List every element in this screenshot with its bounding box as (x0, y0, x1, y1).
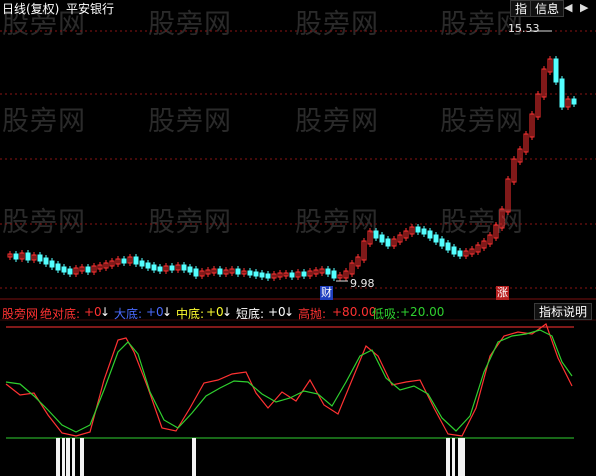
candle-body (331, 270, 337, 279)
candle-body (301, 271, 307, 277)
candle-body (49, 260, 55, 268)
candle-body (427, 230, 433, 239)
candle-body (133, 256, 139, 265)
candle-body (415, 226, 421, 233)
low-buy-label: 低吸: (372, 307, 401, 321)
candle-body (325, 268, 331, 275)
high-throw-label: 高抛: (298, 307, 327, 321)
info-button[interactable]: 信息 (530, 0, 565, 17)
low-buy-value: +20.00 (400, 305, 445, 319)
candle-body (13, 253, 19, 260)
candle-body (151, 264, 157, 271)
candle-body (61, 266, 67, 273)
high-throw-value: +80.00 (332, 305, 377, 319)
signal-bar (66, 438, 70, 476)
candle-body (439, 238, 445, 247)
candle-body (433, 234, 439, 243)
stock-chart-window: 股旁网 股旁网 股旁网 股旁网 股旁网 股旁网 股旁网 股旁网 股旁网 股旁网 … (0, 0, 596, 476)
candle-body (139, 260, 145, 267)
signal-bar (56, 438, 60, 476)
low-price-label: 9.98 (350, 277, 375, 290)
candle-body (43, 257, 49, 265)
arrow-down-icon: ↓ (222, 305, 233, 319)
candle-body (385, 238, 391, 247)
candle-body (259, 272, 265, 278)
candle-body (193, 268, 199, 277)
candle-body (85, 266, 91, 273)
nav-right-icon[interactable]: ▶ (580, 1, 588, 14)
price-chart[interactable] (0, 0, 596, 476)
candle-body (145, 262, 151, 269)
candle-body (379, 234, 385, 243)
big-bottom-label: 大底: (114, 307, 143, 321)
mid-bottom-label: 中底: (176, 307, 205, 321)
candle-body (373, 230, 379, 239)
nav-left-icon[interactable]: ◀ (564, 1, 572, 14)
candle-body (265, 273, 271, 279)
period-label[interactable]: 日线(复权) (2, 0, 59, 17)
short-bottom-label: 短底: (236, 307, 265, 321)
signal-bar (452, 438, 455, 476)
candle-body (187, 266, 193, 273)
candle-body (157, 266, 163, 272)
absolute-bottom-label: 绝对底: (40, 307, 81, 321)
candle-body (457, 250, 463, 257)
candle-body (571, 98, 577, 105)
arrow-down-icon: ↓ (100, 305, 111, 319)
signal-bar (192, 438, 196, 476)
indicator-name[interactable]: 股旁网 (2, 305, 38, 322)
candle-body (121, 258, 127, 264)
candle-body (181, 264, 187, 271)
candle-body (253, 271, 259, 277)
candle-body (37, 254, 43, 262)
candle-body (445, 242, 451, 251)
candle-body (217, 268, 223, 275)
candle-body (235, 268, 241, 275)
oscillator-red-line (5, 323, 573, 437)
candle-body (55, 263, 61, 271)
arrow-down-icon: ↓ (162, 305, 173, 319)
signal-bar (462, 438, 465, 476)
oscillator-green-line (5, 329, 573, 433)
signal-bar (458, 438, 462, 476)
indicator-help-button[interactable]: 指标说明 (534, 303, 593, 320)
signal-bar (62, 438, 65, 476)
candle-body (247, 270, 253, 276)
signal-bar (446, 438, 450, 476)
candle-body (421, 228, 427, 235)
candle-body (289, 272, 295, 278)
candle-body (559, 78, 565, 108)
signal-bar (80, 438, 84, 476)
candle-body (25, 252, 31, 261)
candle-body (67, 268, 73, 275)
arrow-down-icon: ↓ (284, 305, 295, 319)
finance-badge[interactable]: 财 (320, 286, 333, 300)
stock-name: 平安银行 (66, 2, 115, 16)
candle-body (451, 246, 457, 255)
index-button[interactable]: 指 (510, 0, 533, 17)
signal-bar (72, 438, 75, 476)
candle-body (169, 265, 175, 271)
candle-body (553, 58, 559, 83)
rise-badge[interactable]: 涨 (496, 286, 509, 300)
high-price-label: 15.53 (508, 22, 540, 35)
